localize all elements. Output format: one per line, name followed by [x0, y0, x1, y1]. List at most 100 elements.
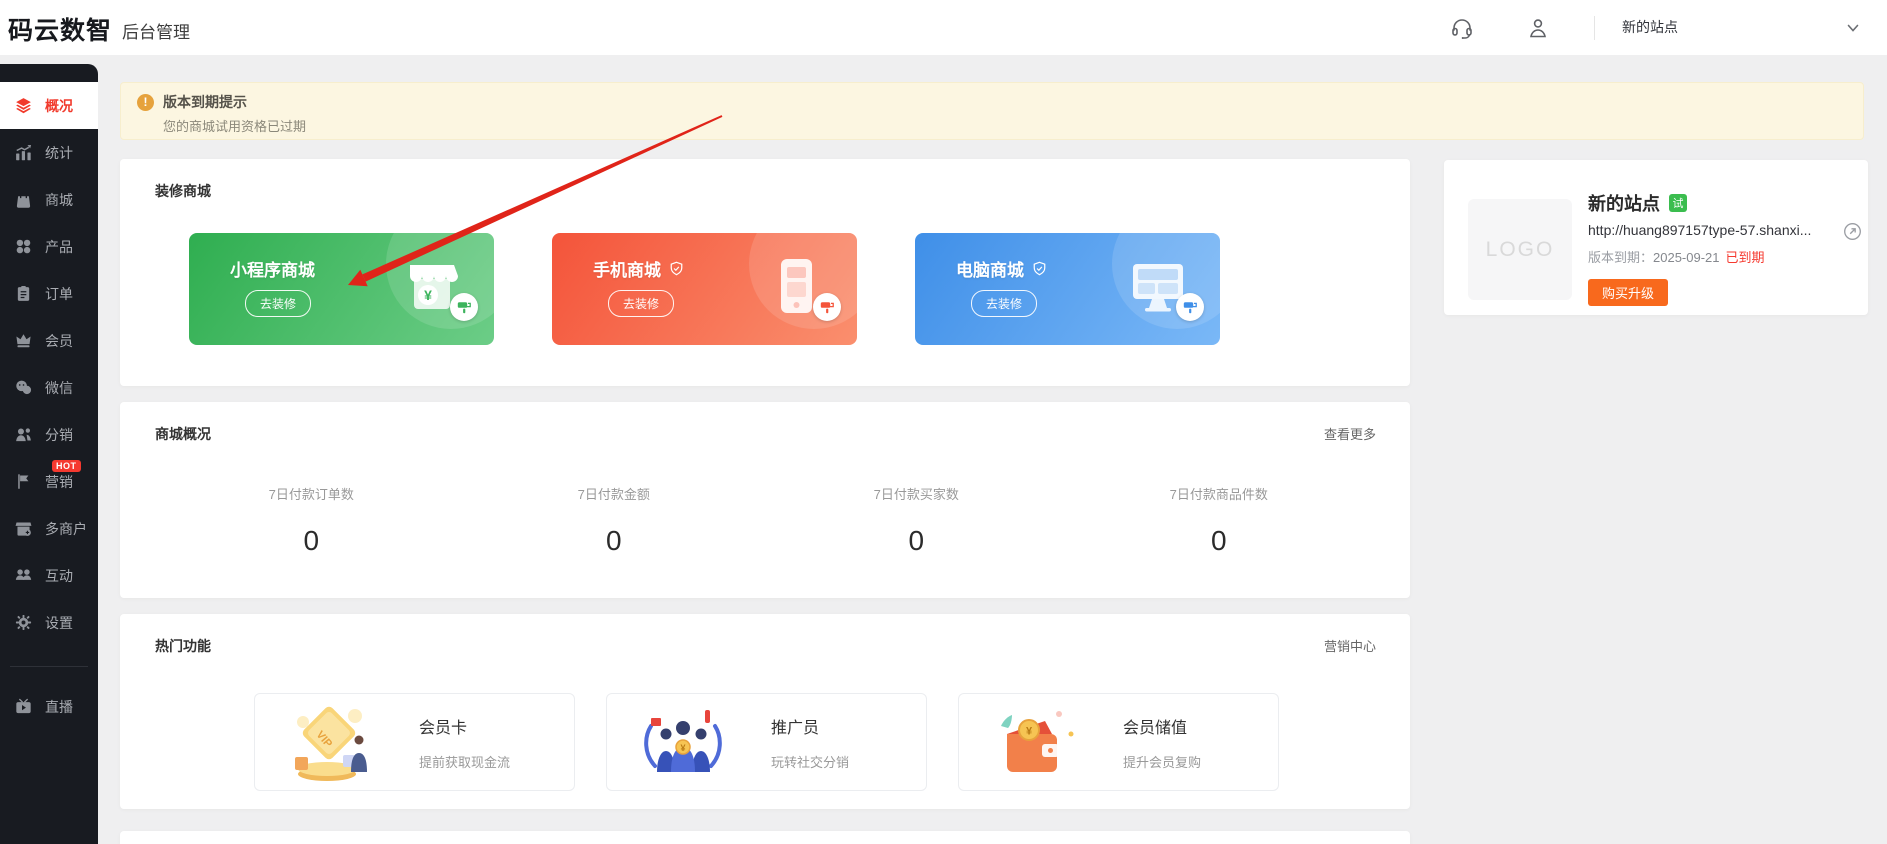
paint-roller-icon [450, 293, 478, 321]
site-name: 新的站点 [1588, 190, 1660, 216]
sidebar-divider [10, 666, 88, 667]
hot-item-desc: 提升会员复购 [1123, 752, 1201, 771]
sidebar-item-members[interactable]: 会员 [0, 317, 98, 364]
view-more-link[interactable]: 查看更多 [1324, 424, 1376, 443]
app-subtitle: 后台管理 [122, 18, 190, 43]
sidebar-item-label: 商城 [45, 190, 73, 210]
stat-label: 7日付款金额 [463, 484, 766, 503]
two-people-icon [15, 567, 32, 584]
banner-pc-mall[interactable]: 电脑商城 去装修 [915, 233, 1220, 345]
stat-value: 0 [160, 525, 463, 557]
stat-label: 7日付款订单数 [160, 484, 463, 503]
gear-icon [15, 614, 32, 631]
sidebar-item-interaction[interactable]: 互动 [0, 552, 98, 599]
sidebar-item-marketing[interactable]: 营销 HOT [0, 458, 98, 505]
hot-item-desc: 提前获取现金流 [419, 752, 510, 771]
sidebar-item-label: 设置 [45, 613, 73, 633]
site-logo-placeholder: LOGO [1468, 199, 1572, 300]
sidebar: 概况 统计 商城 产品 [0, 64, 98, 844]
stored-value-illustration: ¥ [987, 700, 1083, 784]
live-tv-icon [15, 698, 32, 715]
site-url[interactable]: http://huang897157type-57.shanxi... [1588, 222, 1840, 238]
shopping-bag-icon [15, 191, 32, 208]
hot-item-promoter[interactable]: ¥ 推广员 玩转社交分销 [606, 693, 927, 791]
stats-row: 7日付款订单数 0 7日付款金额 0 7日付款买家数 0 7日付款商品件数 0 [160, 484, 1370, 557]
svg-text:¥: ¥ [424, 287, 432, 303]
user-account-icon[interactable] [1526, 16, 1550, 40]
sidebar-item-label: 统计 [45, 143, 73, 163]
sidebar-item-wechat[interactable]: 微信 [0, 364, 98, 411]
partial-card [120, 831, 1410, 844]
mall-overview-card: 商城概况 查看更多 7日付款订单数 0 7日付款金额 0 7日付款买家数 0 7… [120, 402, 1410, 598]
svg-text:¥: ¥ [680, 743, 685, 753]
sidebar-item-label: 订单 [45, 284, 73, 304]
sidebar-item-label: 产品 [45, 237, 73, 257]
flag-icon [15, 473, 32, 490]
decorate-miniprogram-button[interactable]: 去装修 [245, 290, 311, 317]
hot-item-title: 会员储值 [1123, 714, 1201, 738]
stat-value: 0 [1068, 525, 1371, 557]
wechat-icon [15, 379, 32, 396]
sidebar-item-distribution[interactable]: 分销 [0, 411, 98, 458]
warning-icon: ! [137, 94, 154, 111]
stat-paid-amount: 7日付款金额 0 [463, 484, 766, 557]
buy-upgrade-button[interactable]: 购买升级 [1588, 279, 1668, 306]
site-info-panel: LOGO 新的站点 试 http://huang897157type-57.sh… [1444, 160, 1868, 315]
paint-roller-icon [813, 293, 841, 321]
grid-dots-icon [15, 238, 32, 255]
decorate-pc-button[interactable]: 去装修 [971, 290, 1037, 317]
header-divider [1594, 16, 1595, 40]
sidebar-item-label: 微信 [45, 378, 73, 398]
hot-item-desc: 玩转社交分销 [771, 752, 849, 771]
stat-value: 0 [765, 525, 1068, 557]
stat-value: 0 [463, 525, 766, 557]
hot-item-stored-value[interactable]: ¥ 会员储值 提升会员复购 [958, 693, 1279, 791]
shield-check-icon [669, 261, 684, 276]
sidebar-item-multimerchant[interactable]: 多商户 [0, 505, 98, 552]
banner-miniprogram-mall[interactable]: 小程序商城 去装修 ¥ [189, 233, 494, 345]
sidebar-item-label: 营销 [45, 472, 73, 492]
hot-features-card: 热门功能 营销中心 VIP 会员卡 提前获取现金流 ¥ [120, 614, 1410, 809]
stat-label: 7日付款商品件数 [1068, 484, 1371, 503]
hot-item-member-card[interactable]: VIP 会员卡 提前获取现金流 [254, 693, 575, 791]
trial-badge: 试 [1669, 194, 1687, 212]
paint-roller-icon [1176, 293, 1204, 321]
clipboard-icon [15, 285, 32, 302]
main-content: ! 版本到期提示 您的商城试用资格已过期 装修商城 小程序商城 去装修 ¥ [98, 55, 1887, 844]
svg-text:¥: ¥ [1026, 726, 1033, 738]
banner-mobile-mall[interactable]: 手机商城 去装修 [552, 233, 857, 345]
marketing-center-link[interactable]: 营销中心 [1324, 636, 1376, 655]
sidebar-item-live[interactable]: 直播 [0, 683, 98, 730]
app-header: 码云数智 后台管理 新的站点 [0, 0, 1887, 55]
site-switcher[interactable]: 新的站点 [1622, 0, 1678, 55]
sidebar-item-overview[interactable]: 概况 [0, 82, 98, 129]
people-share-icon [15, 426, 32, 443]
chevron-down-icon[interactable] [1846, 21, 1860, 35]
decorate-banner-row: 小程序商城 去装修 ¥ 手机商城 [189, 233, 1410, 345]
storefront-plus-icon [15, 520, 32, 537]
sidebar-item-label: 多商户 [45, 519, 87, 539]
layers-icon [15, 97, 32, 114]
hot-item-title: 会员卡 [419, 714, 510, 738]
app: 码云数智 后台管理 新的站点 [0, 0, 1887, 844]
expire-label: 版本到期： [1588, 250, 1653, 265]
decorate-mobile-button[interactable]: 去装修 [608, 290, 674, 317]
banner-label: 手机商城 [593, 256, 661, 281]
sidebar-item-mall[interactable]: 商城 [0, 176, 98, 223]
sidebar-item-products[interactable]: 产品 [0, 223, 98, 270]
crown-icon [15, 332, 32, 349]
sidebar-nav: 概况 统计 商城 产品 [0, 82, 98, 730]
sidebar-item-label: 直播 [45, 697, 73, 717]
sidebar-item-statistics[interactable]: 统计 [0, 129, 98, 176]
sidebar-item-settings[interactable]: 设置 [0, 599, 98, 646]
external-link-icon[interactable] [1843, 222, 1862, 241]
sidebar-item-label: 会员 [45, 331, 73, 351]
sidebar-item-label: 分销 [45, 425, 73, 445]
sidebar-item-orders[interactable]: 订单 [0, 270, 98, 317]
support-headset-icon[interactable] [1450, 16, 1474, 40]
bar-chart-icon [15, 144, 32, 161]
hot-features-row: VIP 会员卡 提前获取现金流 ¥ 推广员 玩转社交分销 [254, 693, 1410, 791]
hot-badge: HOT [52, 460, 81, 472]
vip-card-illustration: VIP [283, 700, 379, 784]
app-logo: 码云数智 [8, 11, 112, 47]
